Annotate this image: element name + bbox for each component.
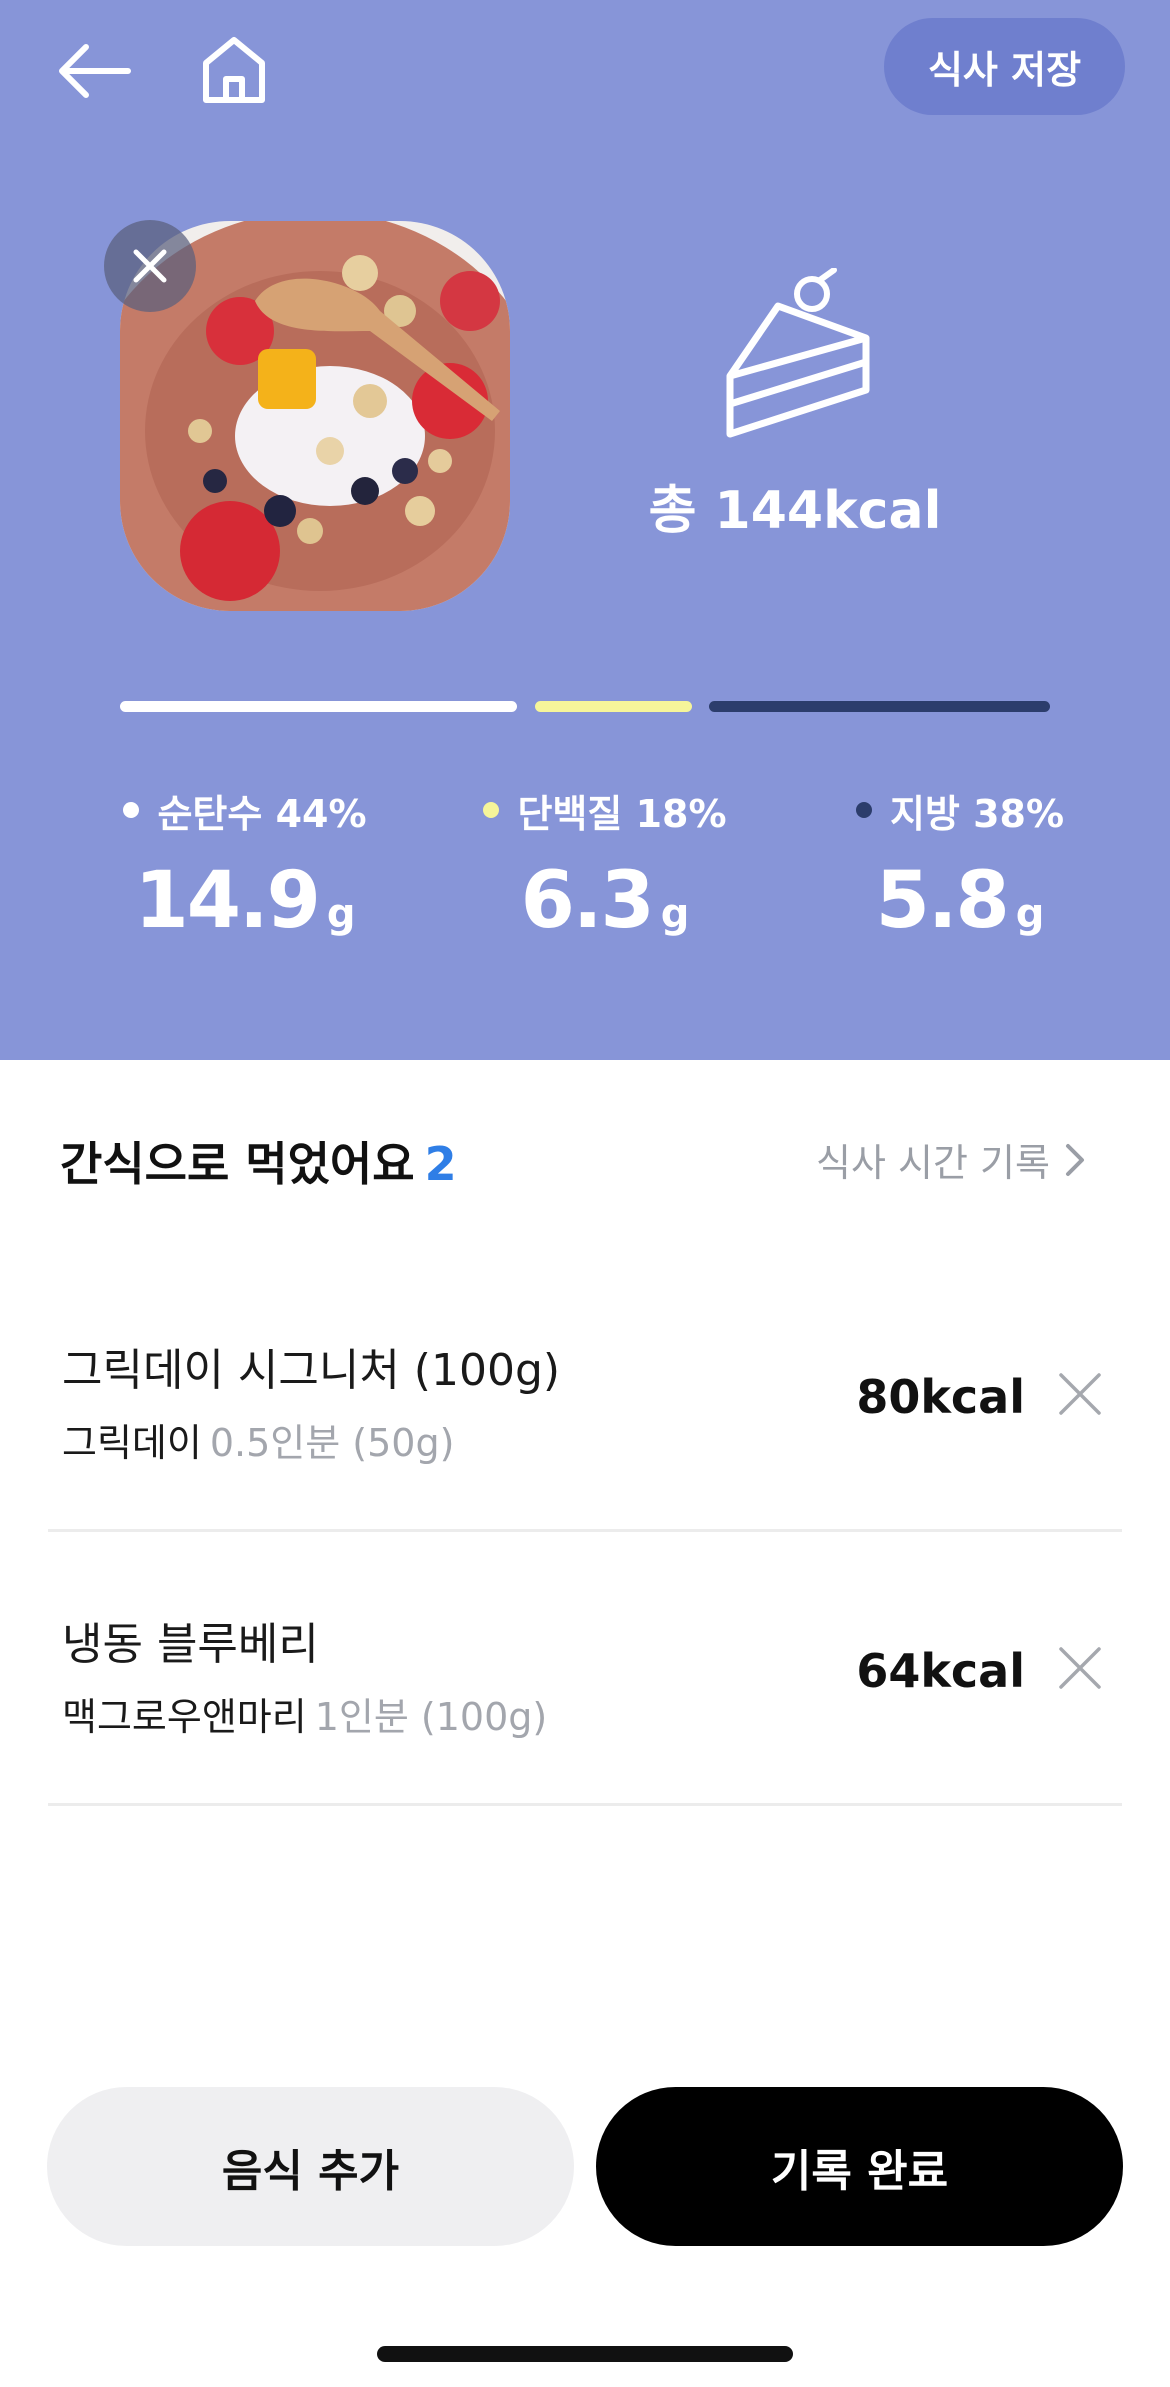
close-icon	[1059, 1647, 1101, 1689]
carb-value: 14.9	[134, 856, 320, 946]
home-indicator[interactable]	[377, 2346, 793, 2362]
protein-dot	[483, 802, 500, 818]
fat-unit: g	[1015, 891, 1045, 937]
food-portion: 0.5인분 (50g)	[209, 1421, 455, 1465]
macro-fat: 지방 38% 5.8 g	[795, 782, 1125, 946]
chevron-right-icon	[1065, 1143, 1084, 1176]
carb-unit: g	[326, 891, 356, 937]
summary-header: 식사 저장 총 144kcal 순탄수 44% 14.9 g 단백질 18% 6…	[0, 0, 1170, 1060]
section-title-text: 간식으로 먹었어요	[60, 1137, 415, 1191]
finish-record-button[interactable]: 기록 완료	[596, 2087, 1123, 2246]
food-brand: 맥그로우앤마리	[62, 1695, 307, 1739]
meal-time-link[interactable]: 식사 시간 기록	[816, 1132, 1086, 1187]
home-icon	[203, 37, 265, 103]
food-portion: 1인분 (100g)	[314, 1695, 548, 1739]
protein-label: 단백질 18%	[517, 791, 727, 836]
add-food-button[interactable]: 음식 추가	[47, 2087, 574, 2246]
remove-food-button[interactable]	[1044, 1358, 1116, 1430]
meal-time-label: 식사 시간 기록	[816, 1141, 1050, 1185]
macro-carb: 순탄수 44% 14.9 g	[80, 782, 410, 946]
food-brand: 그릭데이	[62, 1421, 202, 1465]
protein-unit: g	[660, 891, 690, 937]
food-kcal: 80kcal	[856, 1370, 1025, 1424]
close-icon	[1059, 1373, 1101, 1415]
cake-icon	[726, 268, 870, 438]
save-meal-button[interactable]: 식사 저장	[884, 18, 1125, 115]
protein-value: 6.3	[520, 856, 655, 946]
food-detail: 맥그로우앤마리 1인분 (100g)	[62, 1686, 547, 1741]
food-name: 그릭데이 시그니처 (100g)	[62, 1345, 561, 1396]
close-icon	[133, 249, 167, 283]
fat-dot	[855, 802, 872, 818]
food-item[interactable]: 그릭데이 시그니처 (100g) 그릭데이 0.5인분 (50g) 80kcal	[48, 1258, 1122, 1532]
food-name: 냉동 블루베리	[62, 1619, 319, 1670]
food-item[interactable]: 냉동 블루베리 맥그로우앤마리 1인분 (100g) 64kcal	[48, 1532, 1122, 1806]
home-button[interactable]	[192, 28, 276, 112]
total-calories: 총 144kcal	[648, 481, 942, 541]
fat-label: 지방 38%	[889, 791, 1065, 836]
macro-protein: 단백질 18% 6.3 g	[440, 782, 770, 946]
arrow-left-icon	[59, 44, 131, 98]
remove-photo-button[interactable]	[104, 220, 196, 312]
remove-food-button[interactable]	[1044, 1632, 1116, 1704]
food-detail: 그릭데이 0.5인분 (50g)	[62, 1412, 454, 1467]
carb-ratio-bar	[120, 701, 517, 712]
food-count: 2	[424, 1137, 457, 1191]
fat-value: 5.8	[875, 856, 1010, 946]
fat-ratio-bar	[709, 701, 1050, 712]
protein-ratio-bar	[535, 701, 692, 712]
back-button[interactable]	[52, 34, 136, 108]
food-kcal: 64kcal	[856, 1644, 1025, 1698]
carb-label: 순탄수 44%	[157, 791, 367, 836]
section-title: 간식으로 먹었어요 2	[60, 1128, 457, 1194]
carb-dot	[123, 802, 140, 818]
